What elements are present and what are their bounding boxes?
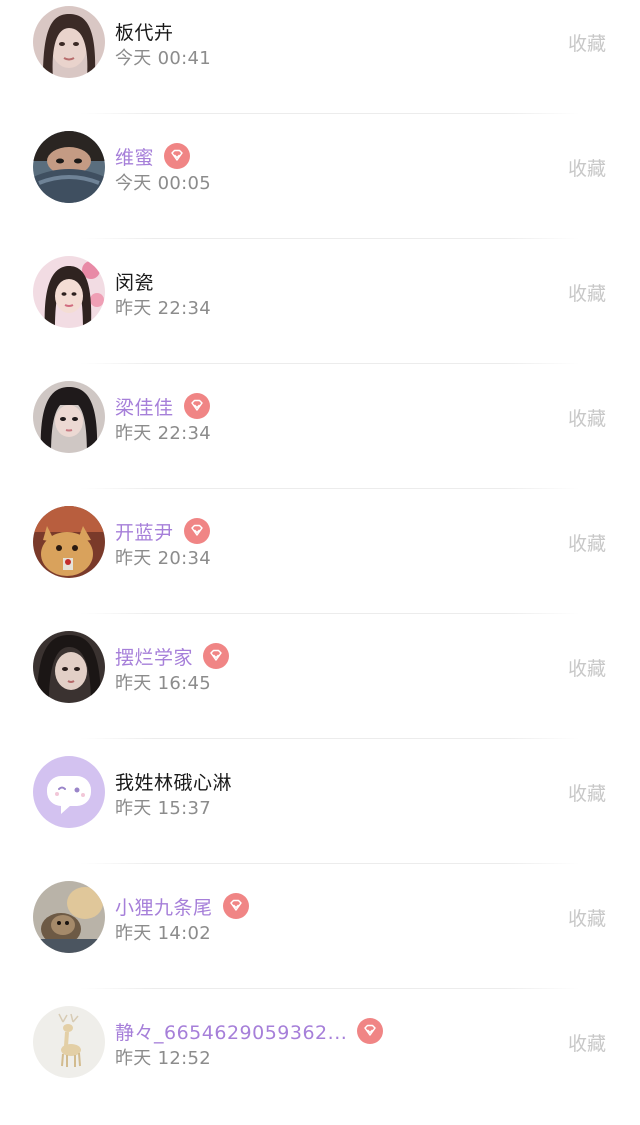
timestamp: 今天 00:05 (115, 173, 211, 194)
user-name: 小狸九条尾 (115, 896, 213, 919)
user-name: 维蜜 (115, 146, 155, 169)
avatar-image (33, 381, 105, 453)
avatar[interactable] (33, 1006, 105, 1078)
list-item[interactable]: 静々_6654629059362... 昨天 12:52 收藏 (0, 1000, 640, 1125)
avatar-image (33, 131, 105, 203)
name-line: 板代卉 (115, 16, 174, 46)
avatar-image (33, 506, 105, 578)
list-item[interactable]: 梁佳佳 昨天 22:34 收藏 (0, 375, 640, 500)
favorite-button[interactable]: 收藏 (568, 904, 606, 931)
name-line: 开蓝尹 (115, 516, 210, 546)
vip-diamond-icon (357, 1018, 384, 1044)
timestamp: 昨天 12:52 (115, 1048, 211, 1069)
avatar[interactable] (33, 506, 105, 578)
timestamp: 昨天 20:34 (115, 548, 211, 569)
user-name: 我姓林硪心淋 (115, 771, 233, 794)
user-name: 板代卉 (115, 21, 174, 44)
name-line: 摆烂学家 (115, 641, 230, 671)
name-line: 闵瓷 (115, 266, 154, 296)
name-line: 梁佳佳 (115, 391, 210, 421)
list-item[interactable]: 小狸九条尾 昨天 14:02 收藏 (0, 875, 640, 1000)
avatar-image (33, 631, 105, 703)
vip-diamond-icon (164, 143, 191, 169)
divider (80, 988, 580, 989)
favorite-button[interactable]: 收藏 (568, 279, 606, 306)
list-item[interactable]: 摆烂学家 昨天 16:45 收藏 (0, 625, 640, 750)
favorite-button[interactable]: 收藏 (568, 779, 606, 806)
divider (80, 863, 580, 864)
conversation-list: 板代卉 今天 00:41 收藏 维蜜 今天 00:05 收藏 闵瓷 昨天 22:… (0, 0, 640, 1125)
vip-diamond-icon (183, 393, 210, 419)
favorite-button[interactable]: 收藏 (568, 1029, 606, 1056)
avatar[interactable] (33, 631, 105, 703)
vip-diamond-icon (222, 893, 249, 919)
list-item[interactable]: 维蜜 今天 00:05 收藏 (0, 125, 640, 250)
divider (80, 238, 580, 239)
list-item[interactable]: 我姓林硪心淋 昨天 15:37 收藏 (0, 750, 640, 875)
divider (80, 113, 580, 114)
list-item[interactable]: 开蓝尹 昨天 20:34 收藏 (0, 500, 640, 625)
user-name: 开蓝尹 (115, 521, 174, 544)
divider (80, 363, 580, 364)
avatar-image (33, 6, 105, 78)
divider (80, 488, 580, 489)
favorite-button[interactable]: 收藏 (568, 404, 606, 431)
timestamp: 昨天 15:37 (115, 798, 211, 819)
timestamp: 昨天 16:45 (115, 673, 211, 694)
list-item[interactable]: 板代卉 今天 00:41 收藏 (0, 0, 640, 125)
user-name: 静々_6654629059362... (115, 1021, 348, 1044)
name-line: 静々_6654629059362... (115, 1016, 384, 1046)
user-name: 闵瓷 (115, 271, 155, 294)
vip-diamond-icon (183, 518, 210, 544)
timestamp: 昨天 22:34 (115, 423, 211, 444)
avatar[interactable] (33, 756, 105, 828)
avatar-image (33, 881, 105, 953)
timestamp: 昨天 22:34 (115, 298, 211, 319)
divider (80, 613, 580, 614)
avatar[interactable] (33, 381, 105, 453)
user-name: 梁佳佳 (115, 396, 174, 419)
avatar[interactable] (33, 256, 105, 328)
favorite-button[interactable]: 收藏 (568, 654, 606, 681)
avatar[interactable] (33, 881, 105, 953)
name-line: 小狸九条尾 (115, 891, 249, 921)
avatar-image (33, 1006, 105, 1078)
divider (80, 738, 580, 739)
vip-diamond-icon (203, 643, 230, 669)
avatar[interactable] (33, 6, 105, 78)
favorite-button[interactable]: 收藏 (568, 29, 606, 56)
avatar-image (33, 756, 105, 828)
avatar[interactable] (33, 131, 105, 203)
user-name: 摆烂学家 (115, 646, 194, 669)
favorite-button[interactable]: 收藏 (568, 529, 606, 556)
avatar-image (33, 256, 105, 328)
favorite-button[interactable]: 收藏 (568, 154, 606, 181)
name-line: 我姓林硪心淋 (115, 766, 232, 796)
timestamp: 昨天 14:02 (115, 923, 211, 944)
list-item[interactable]: 闵瓷 昨天 22:34 收藏 (0, 250, 640, 375)
timestamp: 今天 00:41 (115, 48, 211, 69)
name-line: 维蜜 (115, 141, 191, 171)
